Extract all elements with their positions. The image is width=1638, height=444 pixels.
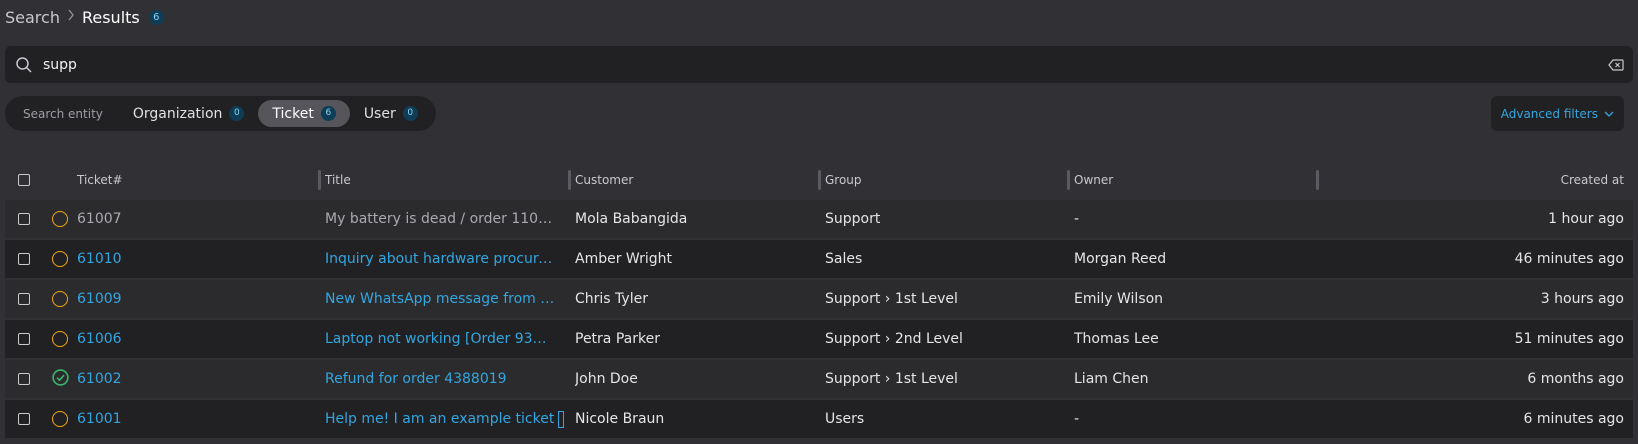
table-row[interactable]: 61001 Help me! I am an example ticket Ni…	[5, 400, 1633, 438]
ticket-group: Users	[825, 411, 865, 427]
table-row[interactable]: 61009 New WhatsApp message from Chris ..…	[5, 280, 1633, 318]
circle-open-icon	[52, 251, 68, 267]
ticket-group: Support › 1st Level	[825, 371, 958, 387]
backspace-clear-icon[interactable]	[1607, 56, 1625, 74]
breadcrumb: Search Results 6	[5, 5, 164, 29]
ticket-customer: Nicole Braun	[575, 411, 665, 427]
column-resize-handle[interactable]	[318, 170, 321, 190]
ticket-created: 1 hour ago	[1548, 211, 1624, 227]
results-table: Ticket# Title Customer Group Owner Creat…	[5, 160, 1633, 440]
ticket-number-link[interactable]: 61001	[77, 411, 122, 427]
search-input[interactable]	[43, 46, 1607, 83]
advanced-filters-label: Advanced filters	[1500, 106, 1598, 121]
ticket-owner: Emily Wilson	[1074, 291, 1164, 307]
select-all-checkbox[interactable]	[18, 174, 30, 186]
results-count-badge: 6	[148, 9, 164, 25]
ticket-customer: Amber Wright	[575, 251, 673, 267]
circle-open-icon	[52, 411, 68, 427]
column-header-created[interactable]: Created at	[1561, 173, 1624, 187]
table-body: 61007 My battery is dead / order 110572 …	[5, 200, 1633, 438]
tab-label: Organization	[132, 105, 223, 122]
ticket-created: 46 minutes ago	[1514, 251, 1624, 267]
ticket-title-link[interactable]: Refund for order 4388019	[325, 371, 507, 387]
table-row[interactable]: 61007 My battery is dead / order 110572 …	[5, 200, 1633, 238]
table-row[interactable]: 61010 Inquiry about hardware procurement…	[5, 240, 1633, 278]
tab-label: User	[363, 105, 396, 122]
ticket-number-link[interactable]: 61009	[77, 291, 122, 307]
tab-count-badge: 0	[402, 106, 418, 121]
row-checkbox[interactable]	[18, 373, 30, 385]
table-header: Ticket# Title Customer Group Owner Creat…	[5, 160, 1633, 200]
entity-tabs-label: Search entity	[23, 106, 103, 121]
row-checkbox[interactable]	[18, 213, 30, 225]
ticket-number-link[interactable]: 61002	[77, 371, 122, 387]
ticket-title-link[interactable]: New WhatsApp message from Chris ...	[325, 291, 555, 307]
column-header-customer[interactable]: Customer	[575, 173, 633, 187]
tab-organization[interactable]: Organization 0	[119, 100, 259, 127]
check-circle-icon	[51, 368, 69, 390]
ticket-group: Sales	[825, 251, 863, 267]
chevron-right-icon	[67, 9, 75, 25]
chevron-down-icon	[1604, 107, 1614, 121]
tab-count-badge: 6	[320, 106, 336, 121]
ticket-created: 3 hours ago	[1540, 291, 1624, 307]
focus-indicator	[558, 410, 565, 428]
breadcrumb-current: Results	[81, 7, 140, 27]
row-checkbox[interactable]	[18, 293, 30, 305]
circle-open-icon	[52, 331, 68, 347]
circle-open-icon	[52, 211, 68, 227]
ticket-created: 6 minutes ago	[1523, 411, 1624, 427]
ticket-group: Support	[825, 211, 881, 227]
column-resize-handle[interactable]	[818, 170, 821, 190]
ticket-created: 6 months ago	[1527, 371, 1624, 387]
ticket-customer: John Doe	[575, 371, 638, 387]
column-resize-handle[interactable]	[1067, 170, 1070, 190]
ticket-title-link[interactable]: Inquiry about hardware procurement	[325, 251, 555, 267]
circle-open-icon	[52, 291, 68, 307]
breadcrumb-search-link[interactable]: Search	[5, 8, 60, 27]
tab-ticket[interactable]: Ticket 6	[258, 100, 350, 127]
entity-tabs: Search entity Organization 0 Ticket 6 Us…	[5, 96, 436, 131]
ticket-owner: Morgan Reed	[1074, 251, 1167, 267]
tab-label: Ticket	[272, 105, 314, 122]
column-header-owner[interactable]: Owner	[1074, 173, 1113, 187]
ticket-customer: Chris Tyler	[575, 291, 648, 307]
ticket-group: Support › 2nd Level	[825, 331, 963, 347]
ticket-owner: Liam Chen	[1074, 371, 1149, 387]
table-row[interactable]: 61002 Refund for order 4388019 John Doe …	[5, 360, 1633, 398]
ticket-number-link[interactable]: 61010	[77, 251, 122, 267]
ticket-title: My battery is dead / order 110572	[325, 211, 555, 227]
ticket-group: Support › 1st Level	[825, 291, 958, 307]
ticket-title-link[interactable]: Help me! I am an example ticket	[325, 411, 554, 427]
search-bar	[5, 46, 1633, 83]
ticket-customer: Mola Babangida	[575, 211, 688, 227]
column-resize-handle[interactable]	[568, 170, 571, 190]
column-header-group[interactable]: Group	[825, 173, 862, 187]
ticket-customer: Petra Parker	[575, 331, 660, 347]
ticket-owner: -	[1074, 411, 1080, 427]
ticket-owner: -	[1074, 211, 1080, 227]
ticket-created: 51 minutes ago	[1514, 331, 1624, 347]
table-row[interactable]: 61006 Laptop not working [Order 93152947…	[5, 320, 1633, 358]
ticket-title-link[interactable]: Laptop not working [Order 931529477]	[325, 331, 555, 347]
column-resize-handle[interactable]	[1316, 170, 1319, 190]
tab-user[interactable]: User 0	[350, 100, 432, 127]
row-checkbox[interactable]	[18, 333, 30, 345]
advanced-filters-button[interactable]: Advanced filters	[1490, 96, 1624, 131]
ticket-number: 61007	[77, 211, 122, 227]
column-header-title[interactable]: Title	[325, 173, 351, 187]
ticket-number-link[interactable]: 61006	[77, 331, 122, 347]
ticket-owner: Thomas Lee	[1074, 331, 1159, 347]
row-checkbox[interactable]	[18, 413, 30, 425]
column-header-number[interactable]: Ticket#	[77, 173, 123, 187]
search-icon	[15, 56, 33, 74]
row-checkbox[interactable]	[18, 253, 30, 265]
tab-count-badge: 0	[229, 106, 245, 121]
